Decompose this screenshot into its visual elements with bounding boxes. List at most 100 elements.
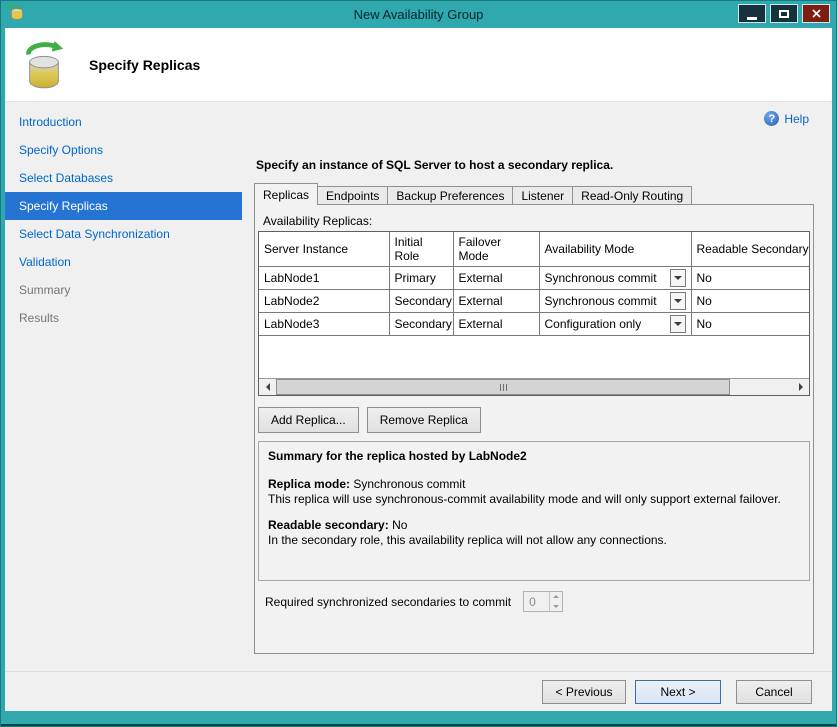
chevron-down-icon[interactable]: [670, 292, 686, 310]
replica-mode-line: Replica mode: Synchronous commit: [268, 477, 800, 492]
chevron-down-icon: [553, 605, 559, 611]
window-controls: [734, 4, 830, 23]
sidebar-item-validation[interactable]: Validation: [5, 248, 242, 276]
availability-mode-value: Configuration only: [545, 317, 642, 331]
column-header-failover-mode: Failover Mode: [453, 232, 539, 266]
availability-replicas-grid: Server Instance Initial Role Failover Mo…: [258, 231, 810, 396]
column-header-server-instance: Server Instance: [259, 232, 389, 266]
scroll-left-button[interactable]: [259, 379, 276, 395]
sidebar-item-select-databases[interactable]: Select Databases: [5, 164, 242, 192]
replica-mode-label: Replica mode:: [268, 477, 350, 491]
cell-availability-mode: Configuration only: [539, 312, 691, 335]
chevron-down-icon[interactable]: [670, 269, 686, 287]
readable-secondary-value: No: [392, 518, 407, 532]
readable-secondary-line: Readable secondary: No: [268, 518, 800, 533]
cell-availability-mode: Synchronous commit: [539, 266, 691, 289]
chevron-up-icon: [553, 592, 559, 598]
readable-secondary-description: In the secondary role, this availability…: [268, 533, 800, 548]
table-row[interactable]: LabNode2 Secondary External Synchronous …: [259, 289, 809, 312]
cell-server-instance: LabNode2: [259, 289, 389, 312]
required-secondaries-label: Required synchronized secondaries to com…: [265, 595, 511, 609]
table-row[interactable]: LabNode3 Secondary External Configuratio…: [259, 312, 809, 335]
remove-replica-button[interactable]: Remove Replica: [367, 407, 481, 433]
scrollbar-track[interactable]: [276, 379, 792, 395]
spinner-buttons: [549, 592, 562, 611]
wizard-body: Introduction Specify Options Select Data…: [5, 102, 832, 671]
readable-secondary-label: Readable secondary:: [268, 518, 389, 532]
tab-strip: Replicas Endpoints Backup Preferences Li…: [254, 183, 814, 205]
availability-replicas-label: Availability Replicas:: [263, 214, 372, 228]
cell-readable-secondary: No: [691, 289, 809, 312]
scrollbar-thumb[interactable]: [276, 379, 730, 395]
tab-listener[interactable]: Listener: [512, 186, 573, 205]
availability-mode-dropdown[interactable]: Synchronous commit: [545, 269, 686, 287]
replica-action-buttons: Add Replica... Remove Replica: [258, 407, 481, 433]
sidebar-item-specify-replicas[interactable]: Specify Replicas: [5, 192, 242, 220]
cancel-button[interactable]: Cancel: [736, 680, 812, 704]
wizard-steps-sidebar: Introduction Specify Options Select Data…: [5, 102, 242, 671]
chevron-down-icon[interactable]: [670, 315, 686, 333]
help-icon: ?: [764, 111, 779, 126]
tab-replicas[interactable]: Replicas: [254, 183, 318, 205]
new-availability-group-dialog: New Availability Group: [0, 0, 837, 727]
tab-backup-preferences[interactable]: Backup Preferences: [387, 186, 513, 205]
replica-mode-value: Synchronous commit: [353, 477, 465, 491]
wizard-header: Specify Replicas: [5, 28, 832, 102]
availability-mode-value: Synchronous commit: [545, 271, 657, 285]
wizard-main-panel: ? Help Specify an instance of SQL Server…: [242, 102, 832, 671]
column-header-readable-secondary: Readable Secondary: [691, 232, 809, 266]
scroll-left-icon: [262, 383, 270, 391]
help-link[interactable]: ? Help: [764, 111, 809, 126]
instruction-text: Specify an instance of SQL Server to hos…: [256, 158, 613, 172]
horizontal-scrollbar[interactable]: [259, 378, 809, 395]
tab-read-only-routing[interactable]: Read-Only Routing: [572, 186, 692, 205]
required-secondaries-spinner: 0: [523, 591, 563, 612]
sidebar-item-summary: Summary: [5, 276, 242, 304]
scroll-right-button[interactable]: [792, 379, 809, 395]
scroll-right-icon: [799, 383, 807, 391]
availability-mode-value: Synchronous commit: [545, 294, 657, 308]
cell-failover-mode: External: [453, 289, 539, 312]
close-icon: [812, 9, 821, 18]
replica-mode-description: This replica will use synchronous-commit…: [268, 492, 800, 507]
table-row[interactable]: LabNode1 Primary External Synchronous co…: [259, 266, 809, 289]
summary-title: Summary for the replica hosted by LabNod…: [268, 449, 800, 464]
required-secondaries-row: Required synchronized secondaries to com…: [265, 591, 563, 612]
replicas-tab-page: Availability Replicas: Server Instance: [254, 204, 814, 654]
maximize-button[interactable]: [770, 4, 798, 23]
sidebar-item-select-data-synchronization[interactable]: Select Data Synchronization: [5, 220, 242, 248]
grid-header-row: Server Instance Initial Role Failover Mo…: [259, 232, 809, 266]
availability-mode-dropdown[interactable]: Synchronous commit: [545, 292, 686, 310]
add-replica-button[interactable]: Add Replica...: [258, 407, 359, 433]
replica-summary-box: Summary for the replica hosted by LabNod…: [258, 441, 810, 581]
cell-failover-mode: External: [453, 312, 539, 335]
next-button[interactable]: Next >: [635, 680, 721, 704]
cell-failover-mode: External: [453, 266, 539, 289]
titlebar[interactable]: New Availability Group: [0, 0, 837, 28]
column-header-initial-role: Initial Role: [389, 232, 453, 266]
cell-availability-mode: Synchronous commit: [539, 289, 691, 312]
grid-viewport: Server Instance Initial Role Failover Mo…: [259, 232, 809, 378]
cell-initial-role: Secondary: [389, 289, 453, 312]
cell-readable-secondary: No: [691, 312, 809, 335]
spinner-value: 0: [524, 592, 549, 611]
spinner-down-button: [550, 602, 562, 612]
help-label: Help: [784, 112, 809, 126]
cell-initial-role: Primary: [389, 266, 453, 289]
previous-button[interactable]: < Previous: [542, 680, 626, 704]
cell-server-instance: LabNode1: [259, 266, 389, 289]
availability-mode-dropdown[interactable]: Configuration only: [545, 315, 686, 333]
cell-initial-role: Secondary: [389, 312, 453, 335]
maximize-icon: [779, 10, 789, 18]
cell-server-instance: LabNode3: [259, 312, 389, 335]
close-button[interactable]: [802, 4, 830, 23]
sidebar-item-introduction[interactable]: Introduction: [5, 108, 242, 136]
sidebar-item-specify-options[interactable]: Specify Options: [5, 136, 242, 164]
minimize-button[interactable]: [738, 4, 766, 23]
tab-endpoints[interactable]: Endpoints: [317, 186, 388, 205]
cell-readable-secondary: No: [691, 266, 809, 289]
minimize-icon: [747, 17, 757, 20]
spinner-up-button: [550, 592, 562, 602]
dialog-client-area: Specify Replicas Introduction Specify Op…: [5, 28, 832, 711]
column-header-availability-mode: Availability Mode: [539, 232, 691, 266]
